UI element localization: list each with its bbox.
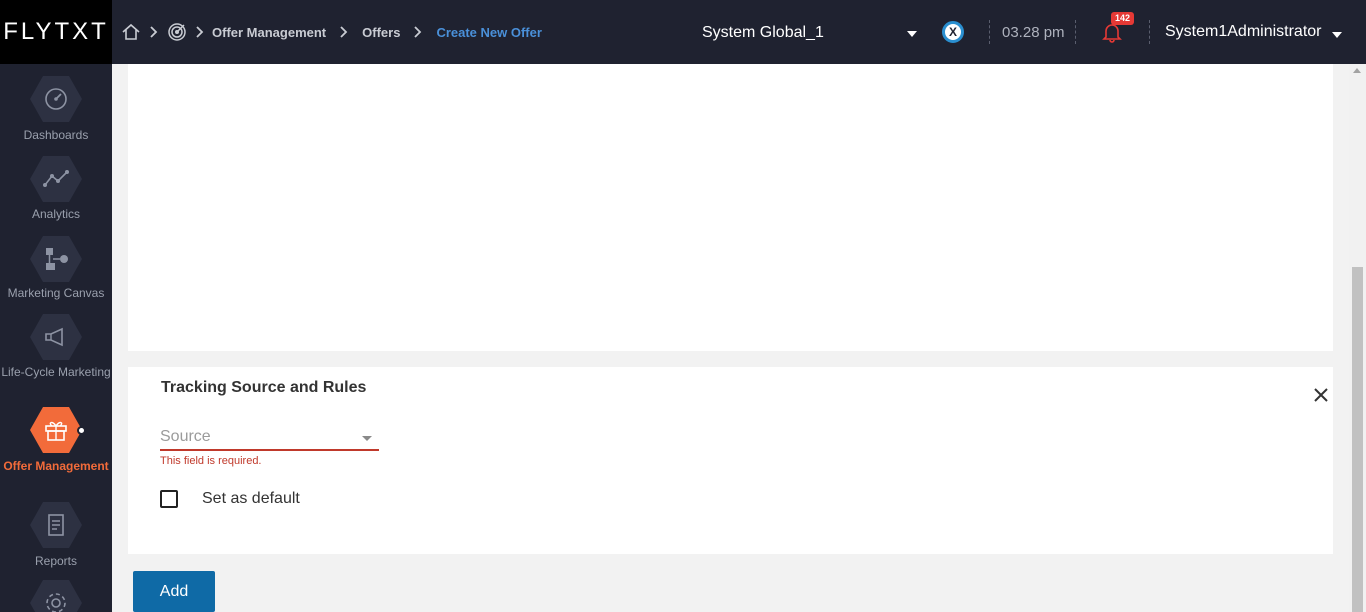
notification-count-badge: 142 xyxy=(1111,12,1135,25)
chevron-right-icon xyxy=(150,26,158,38)
add-button[interactable]: Add xyxy=(133,571,215,612)
tracking-source-panel: Tracking Source and Rules Source This fi… xyxy=(128,367,1333,554)
breadcrumb-offer-management[interactable]: Offer Management xyxy=(212,25,326,40)
sidebar-item-label: Analytics xyxy=(31,207,81,221)
x-app-icon[interactable]: X xyxy=(942,21,964,43)
canvas-flow-icon xyxy=(30,236,82,282)
breadcrumb-create-new-offer: Create New Offer xyxy=(436,24,542,40)
sidebar-item-settings[interactable] xyxy=(0,574,112,612)
scope-selector[interactable]: System Global_1 xyxy=(702,24,824,42)
caret-down-icon[interactable] xyxy=(1332,32,1342,38)
chevron-right-icon xyxy=(414,26,422,38)
source-error-message: This field is required. xyxy=(160,455,262,467)
chevron-right-icon xyxy=(196,26,204,38)
close-icon[interactable] xyxy=(1312,386,1330,404)
breadcrumb-offers[interactable]: Offers xyxy=(362,25,400,40)
sidebar-item-life-cycle-marketing[interactable]: Life-Cycle Marketing xyxy=(0,304,112,399)
sidebar-item-dashboards[interactable]: Dashboards xyxy=(0,64,112,144)
gift-icon xyxy=(30,407,82,453)
divider xyxy=(1075,20,1076,44)
home-icon[interactable] xyxy=(120,21,142,43)
dashboard-gauge-icon xyxy=(30,76,82,122)
sidebar-item-reports[interactable]: Reports xyxy=(0,494,112,574)
sidebar-item-label: Reports xyxy=(34,554,78,568)
set-as-default-label[interactable]: Set as default xyxy=(202,490,300,508)
offer-details-panel xyxy=(128,64,1333,351)
source-select[interactable]: Source xyxy=(160,425,379,451)
divider xyxy=(1149,20,1150,44)
sidebar-item-label: Offer Management xyxy=(3,459,109,473)
sidebar: Dashboards Analytics Marketing Canvas Li… xyxy=(0,64,112,612)
caret-down-icon[interactable] xyxy=(907,31,917,37)
set-as-default-checkbox[interactable] xyxy=(160,490,178,508)
megaphone-icon xyxy=(30,314,82,360)
sidebar-item-offer-management[interactable]: Offer Management xyxy=(0,399,112,494)
settings-gear-icon xyxy=(30,580,82,612)
scrollbar-thumb[interactable] xyxy=(1352,267,1363,612)
source-placeholder: Source xyxy=(160,428,211,445)
sidebar-item-analytics[interactable]: Analytics xyxy=(0,144,112,224)
caret-down-icon xyxy=(362,436,372,441)
target-icon[interactable] xyxy=(166,21,188,43)
user-menu[interactable]: System1Administrator xyxy=(1165,23,1322,41)
sidebar-item-label: Life-Cycle Marketing xyxy=(1,365,111,379)
top-bar: FLYTXT Offer Management Offers Create Ne… xyxy=(0,0,1366,64)
breadcrumb: Offer Management Offers Create New Offer xyxy=(120,0,542,64)
divider xyxy=(989,20,990,44)
active-indicator-dot xyxy=(77,426,86,435)
sidebar-item-label: Dashboards xyxy=(23,128,89,142)
flytxt-logo[interactable]: FLYTXT xyxy=(0,0,112,64)
sidebar-item-marketing-canvas[interactable]: Marketing Canvas xyxy=(0,224,112,304)
clock-time: 03.28 pm xyxy=(1002,24,1065,41)
analytics-line-icon xyxy=(30,156,82,202)
section-title: Tracking Source and Rules xyxy=(161,379,367,396)
scroll-up-arrow-icon[interactable] xyxy=(1353,68,1361,73)
chevron-right-icon xyxy=(340,26,348,38)
sidebar-item-label: Marketing Canvas xyxy=(7,286,105,300)
report-document-icon xyxy=(30,502,82,548)
